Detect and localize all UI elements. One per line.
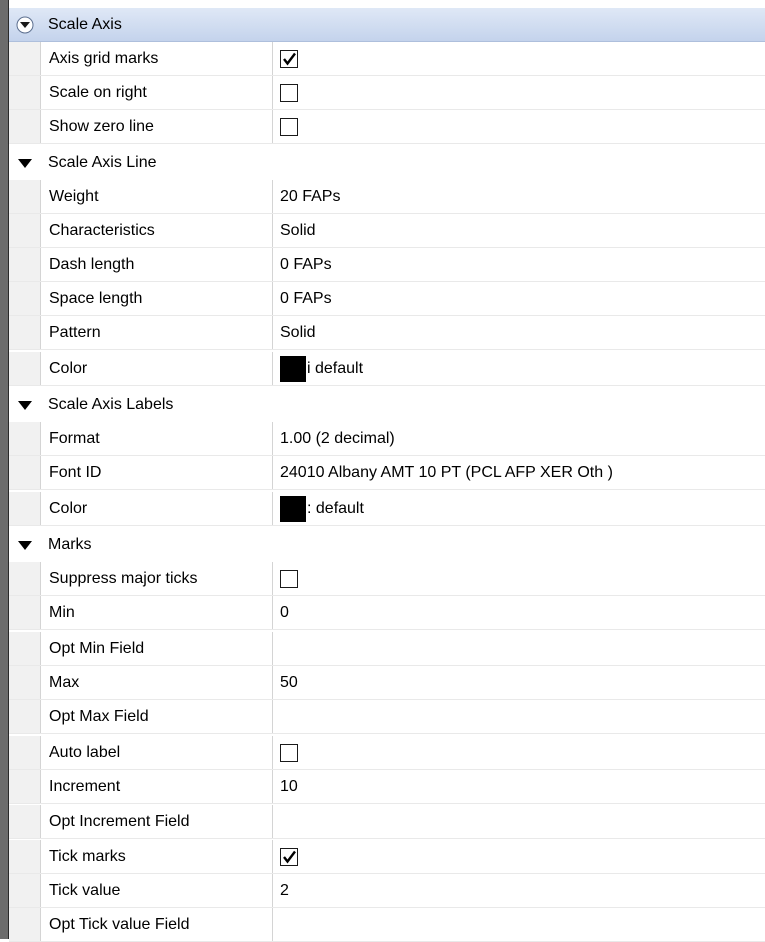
property-value[interactable] (273, 562, 765, 595)
property-row-tick-marks[interactable]: Tick marks (9, 840, 765, 874)
property-value[interactable]: 0 FAPs (273, 248, 765, 281)
property-name: Dash length (41, 248, 273, 281)
property-row-show-zero-line[interactable]: Show zero line (9, 110, 765, 144)
property-value[interactable]: Solid (273, 214, 765, 247)
property-value[interactable] (273, 110, 765, 143)
property-name: Opt Max Field (41, 700, 273, 733)
property-name: Characteristics (41, 214, 273, 247)
property-name: Tick value (41, 874, 273, 907)
collapse-toggle[interactable] (9, 146, 40, 180)
property-value[interactable]: 24010 Albany AMT 10 PT (PCL AFP XER Oth … (273, 456, 765, 489)
property-value[interactable]: Solid (273, 316, 765, 349)
property-row-format[interactable]: Format 1.00 (2 decimal) (9, 422, 765, 456)
property-row-dash-length[interactable]: Dash length 0 FAPs (9, 248, 765, 282)
property-name: Weight (41, 180, 273, 213)
color-swatch (280, 495, 306, 522)
check-icon (283, 52, 296, 65)
property-grid: Scale Axis Axis grid marks Scale on righ… (0, 0, 765, 942)
property-name: Opt Min Field (41, 632, 273, 665)
property-row-scale-on-right[interactable]: Scale on right (9, 76, 765, 110)
property-row-opt-increment-field[interactable]: Opt Increment Field (9, 805, 765, 839)
property-row-axis-grid-marks[interactable]: Axis grid marks (9, 42, 765, 76)
property-value[interactable] (273, 736, 765, 769)
property-row-weight[interactable]: Weight 20 FAPs (9, 180, 765, 214)
checkbox-suppress-major-ticks[interactable] (280, 569, 298, 588)
triangle-down-icon (17, 158, 32, 168)
property-name: Color (41, 492, 273, 525)
checkbox-tick-marks[interactable] (280, 847, 298, 866)
category-scale-axis-labels[interactable]: Scale Axis Labels (9, 388, 765, 422)
checkbox-auto-label[interactable] (280, 743, 298, 762)
property-value[interactable]: i default (273, 352, 765, 385)
property-row-space-length[interactable]: Space length 0 FAPs (9, 282, 765, 316)
category-marks[interactable]: Marks (9, 528, 765, 562)
category-scale-axis-line[interactable]: Scale Axis Line (9, 146, 765, 180)
property-row-label-color[interactable]: Color : default (9, 492, 765, 526)
property-name: Opt Tick value Field (41, 908, 273, 941)
check-icon (283, 850, 296, 863)
property-value[interactable]: 0 FAPs (273, 282, 765, 315)
collapse-toggle[interactable] (9, 388, 40, 422)
property-name: Pattern (41, 316, 273, 349)
color-value: i default (307, 359, 364, 377)
property-name: Min (41, 596, 273, 629)
chevron-down-icon (16, 16, 33, 33)
property-row-line-color[interactable]: Color i default (9, 352, 765, 386)
category-label: Scale Axis Line (48, 154, 157, 171)
property-row-min[interactable]: Min 0 (9, 596, 765, 630)
property-row-font-id[interactable]: Font ID 24010 Albany AMT 10 PT (PCL AFP … (9, 456, 765, 490)
collapse-toggle[interactable] (9, 8, 40, 41)
property-value[interactable] (273, 632, 765, 665)
color-value: : default (307, 499, 364, 517)
property-name: Format (41, 422, 273, 455)
property-row-pattern[interactable]: Pattern Solid (9, 316, 765, 350)
property-row-tick-value[interactable]: Tick value 2 (9, 874, 765, 908)
property-value[interactable]: 20 FAPs (273, 180, 765, 213)
property-name: Axis grid marks (41, 42, 273, 75)
property-value[interactable] (273, 42, 765, 75)
property-value[interactable]: : default (273, 492, 765, 525)
property-name: Max (41, 666, 273, 699)
checkbox-axis-grid-marks[interactable] (280, 49, 298, 68)
property-name: Scale on right (41, 76, 273, 109)
left-margin-bar (0, 0, 9, 939)
property-value[interactable] (273, 805, 765, 838)
property-name: Show zero line (41, 110, 273, 143)
property-row-opt-tick-value-field[interactable]: Opt Tick value Field (9, 908, 765, 942)
property-value[interactable] (273, 840, 765, 873)
property-row-max[interactable]: Max 50 (9, 666, 765, 700)
property-value[interactable]: 1.00 (2 decimal) (273, 422, 765, 455)
checkbox-show-zero-line[interactable] (280, 117, 298, 136)
property-row-characteristics[interactable]: Characteristics Solid (9, 214, 765, 248)
property-row-increment[interactable]: Increment 10 (9, 770, 765, 804)
property-row-opt-max-field[interactable]: Opt Max Field (9, 700, 765, 734)
property-value[interactable]: 50 (273, 666, 765, 699)
property-row-opt-min-field[interactable]: Opt Min Field (9, 632, 765, 666)
property-name: Suppress major ticks (41, 562, 273, 595)
color-swatch (280, 355, 306, 382)
checkbox-scale-on-right[interactable] (280, 83, 298, 102)
category-label: Scale Axis (48, 15, 122, 33)
category-label: Marks (48, 536, 92, 553)
property-value[interactable] (273, 700, 765, 733)
property-value[interactable] (273, 76, 765, 109)
property-name: Auto label (41, 736, 273, 769)
property-value[interactable]: 2 (273, 874, 765, 907)
category-label: Scale Axis Labels (48, 396, 174, 413)
property-value[interactable]: 10 (273, 770, 765, 803)
triangle-down-icon (17, 540, 32, 550)
triangle-down-icon (17, 400, 32, 410)
category-scale-axis[interactable]: Scale Axis (9, 8, 765, 42)
collapse-toggle[interactable] (9, 528, 40, 562)
property-name: Opt Increment Field (41, 805, 273, 838)
property-value[interactable] (273, 908, 765, 941)
property-name: Space length (41, 282, 273, 315)
property-name: Font ID (41, 456, 273, 489)
property-row-suppress-major-ticks[interactable]: Suppress major ticks (9, 562, 765, 596)
property-value[interactable]: 0 (273, 596, 765, 629)
property-name: Tick marks (41, 840, 273, 873)
property-row-auto-label[interactable]: Auto label (9, 736, 765, 770)
property-name: Increment (41, 770, 273, 803)
property-name: Color (41, 352, 273, 385)
